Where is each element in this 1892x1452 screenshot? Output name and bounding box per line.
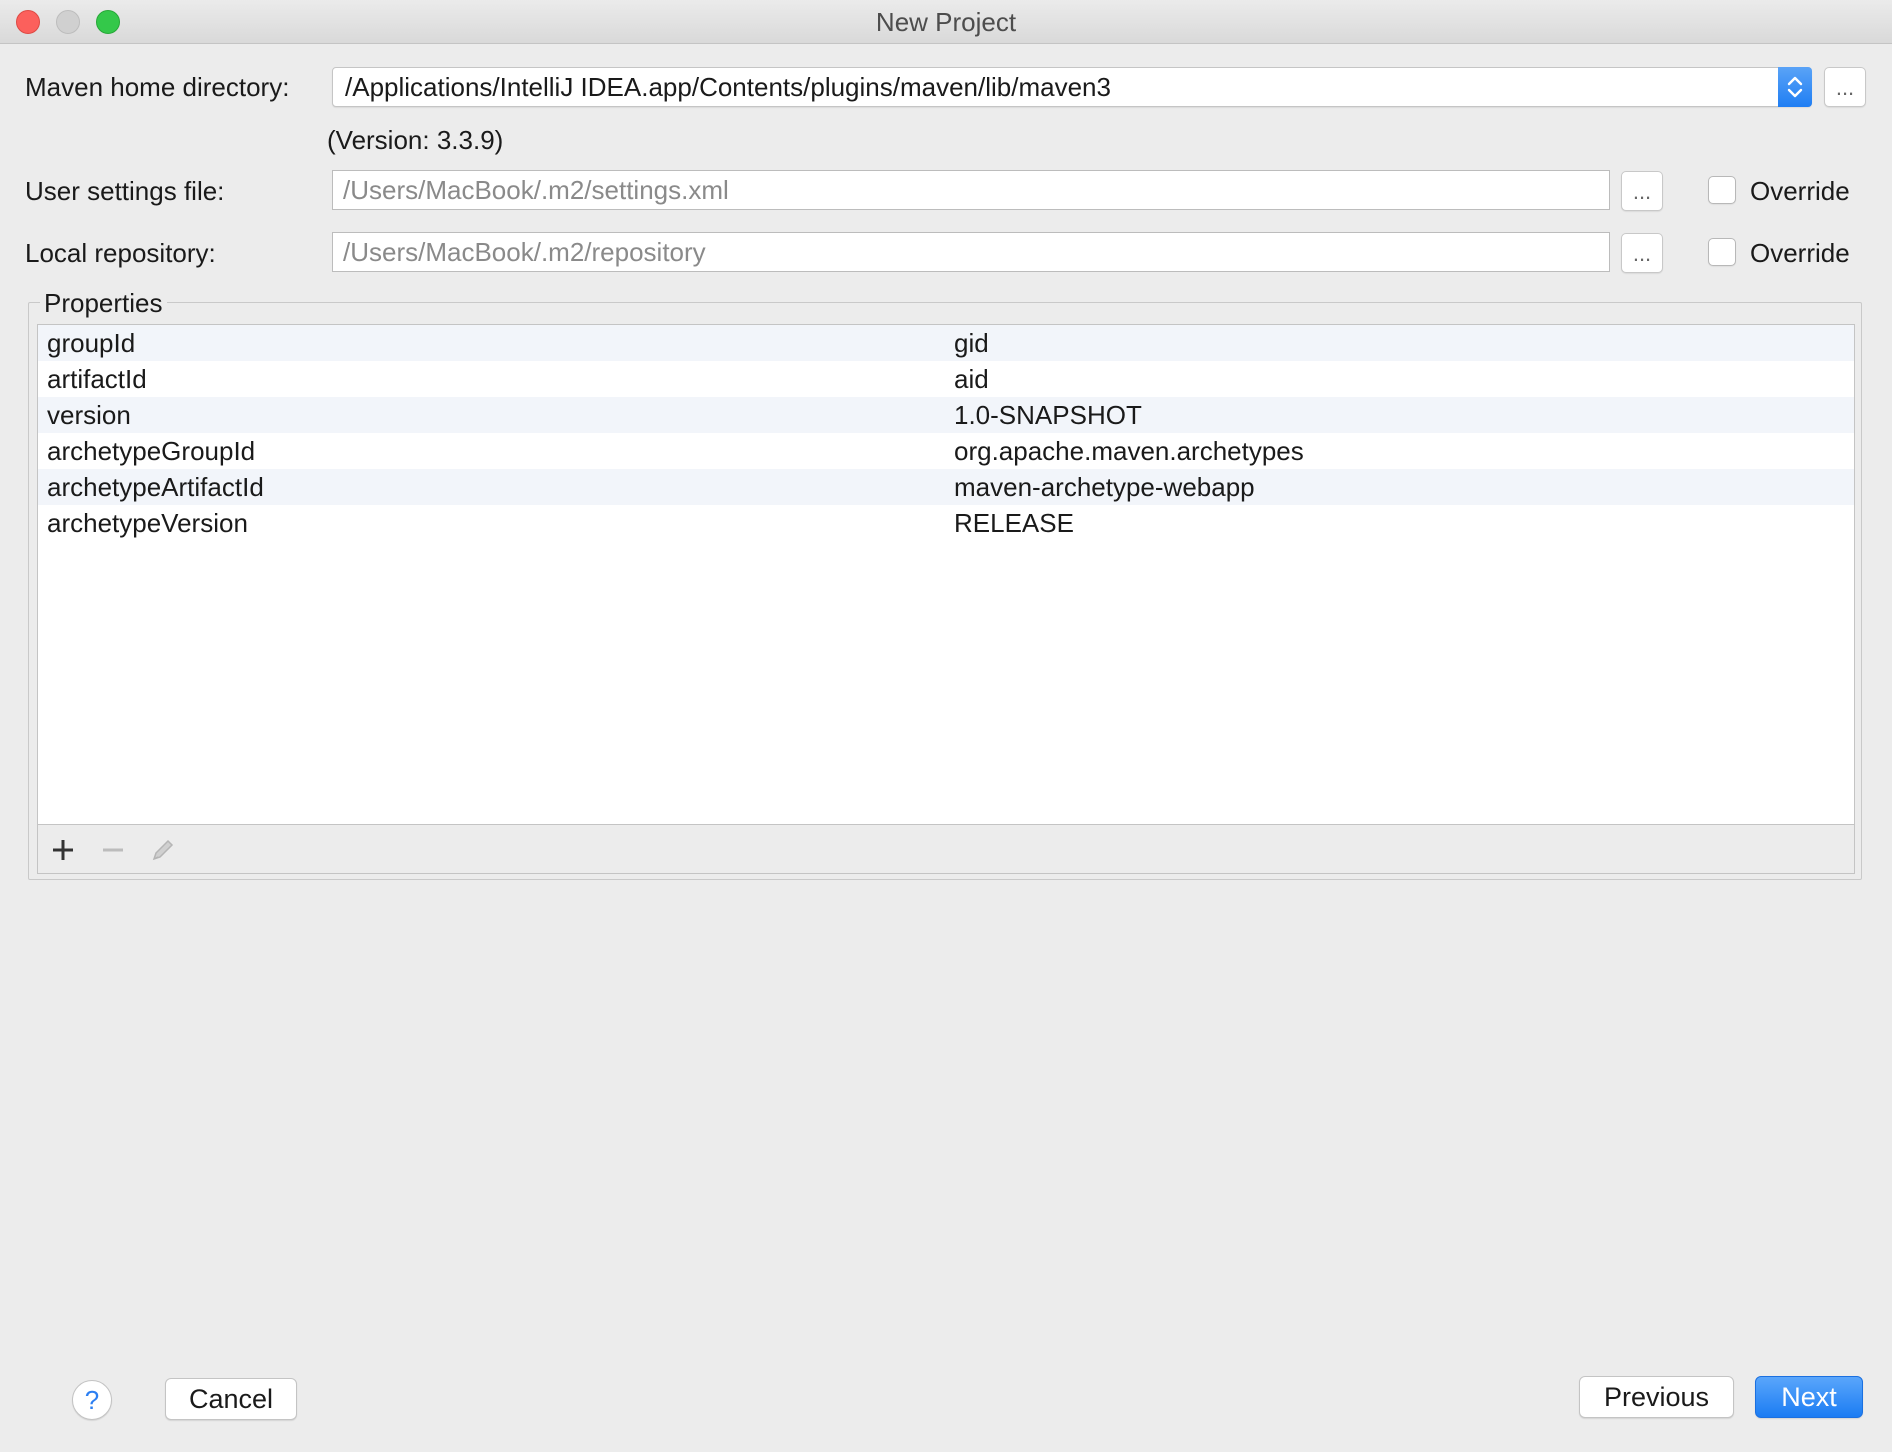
user-settings-browse-button[interactable]: ... bbox=[1621, 171, 1663, 211]
maven-version-text: (Version: 3.3.9) bbox=[327, 125, 504, 155]
user-settings-field-wrapper bbox=[332, 170, 1610, 210]
table-row[interactable]: artifactId aid bbox=[38, 361, 1854, 397]
user-settings-input[interactable] bbox=[333, 171, 1609, 209]
new-project-dialog: New Project Maven home directory: /Appli… bbox=[0, 0, 1892, 1452]
property-value: RELEASE bbox=[954, 508, 1074, 538]
local-repository-override-checkbox[interactable] bbox=[1708, 238, 1736, 266]
title-bar: New Project bbox=[0, 0, 1892, 44]
table-row[interactable]: groupId gid bbox=[38, 325, 1854, 361]
table-row[interactable]: version 1.0-SNAPSHOT bbox=[38, 397, 1854, 433]
properties-title: Properties bbox=[40, 288, 167, 319]
property-key: archetypeVersion bbox=[47, 508, 248, 538]
cancel-button[interactable]: Cancel bbox=[165, 1378, 297, 1420]
maven-home-label: Maven home directory: bbox=[25, 72, 290, 102]
property-value: aid bbox=[954, 364, 989, 394]
local-repository-input[interactable] bbox=[333, 233, 1609, 271]
maven-home-value: /Applications/IntelliJ IDEA.app/Contents… bbox=[345, 72, 1111, 102]
user-settings-override-checkbox[interactable] bbox=[1708, 176, 1736, 204]
next-button[interactable]: Next bbox=[1755, 1376, 1863, 1418]
plus-icon[interactable] bbox=[48, 835, 78, 865]
minus-icon[interactable] bbox=[98, 835, 128, 865]
local-repository-override-label: Override bbox=[1750, 238, 1850, 268]
property-key: artifactId bbox=[47, 364, 147, 394]
table-row[interactable]: archetypeVersion RELEASE bbox=[38, 505, 1854, 541]
table-row[interactable]: archetypeGroupId org.apache.maven.archet… bbox=[38, 433, 1854, 469]
window-title: New Project bbox=[875, 7, 1017, 37]
property-value: org.apache.maven.archetypes bbox=[954, 436, 1304, 466]
user-settings-label: User settings file: bbox=[25, 176, 225, 206]
local-repository-browse-button[interactable]: ... bbox=[1621, 233, 1663, 273]
user-settings-override-label: Override bbox=[1750, 176, 1850, 206]
table-row[interactable]: archetypeArtifactId maven-archetype-weba… bbox=[38, 469, 1854, 505]
property-key: groupId bbox=[47, 328, 136, 358]
property-key: archetypeArtifactId bbox=[47, 472, 264, 502]
property-value: gid bbox=[954, 328, 989, 358]
previous-button[interactable]: Previous bbox=[1579, 1376, 1734, 1418]
combobox-arrows-icon[interactable] bbox=[1778, 67, 1812, 107]
help-button[interactable]: ? bbox=[72, 1380, 112, 1420]
property-key: archetypeGroupId bbox=[47, 436, 256, 466]
pencil-icon[interactable] bbox=[148, 835, 178, 865]
property-value: 1.0-SNAPSHOT bbox=[954, 400, 1142, 430]
local-repository-field-wrapper bbox=[332, 232, 1610, 272]
maven-home-browse-button[interactable]: ... bbox=[1824, 67, 1866, 107]
properties-toolbar bbox=[37, 824, 1855, 874]
maven-home-combobox[interactable]: /Applications/IntelliJ IDEA.app/Contents… bbox=[332, 67, 1812, 107]
properties-table: groupId gid artifactId aid version 1.0-S… bbox=[37, 324, 1855, 824]
property-key: version bbox=[47, 400, 131, 430]
local-repository-label: Local repository: bbox=[25, 238, 216, 268]
property-value: maven-archetype-webapp bbox=[954, 472, 1255, 502]
